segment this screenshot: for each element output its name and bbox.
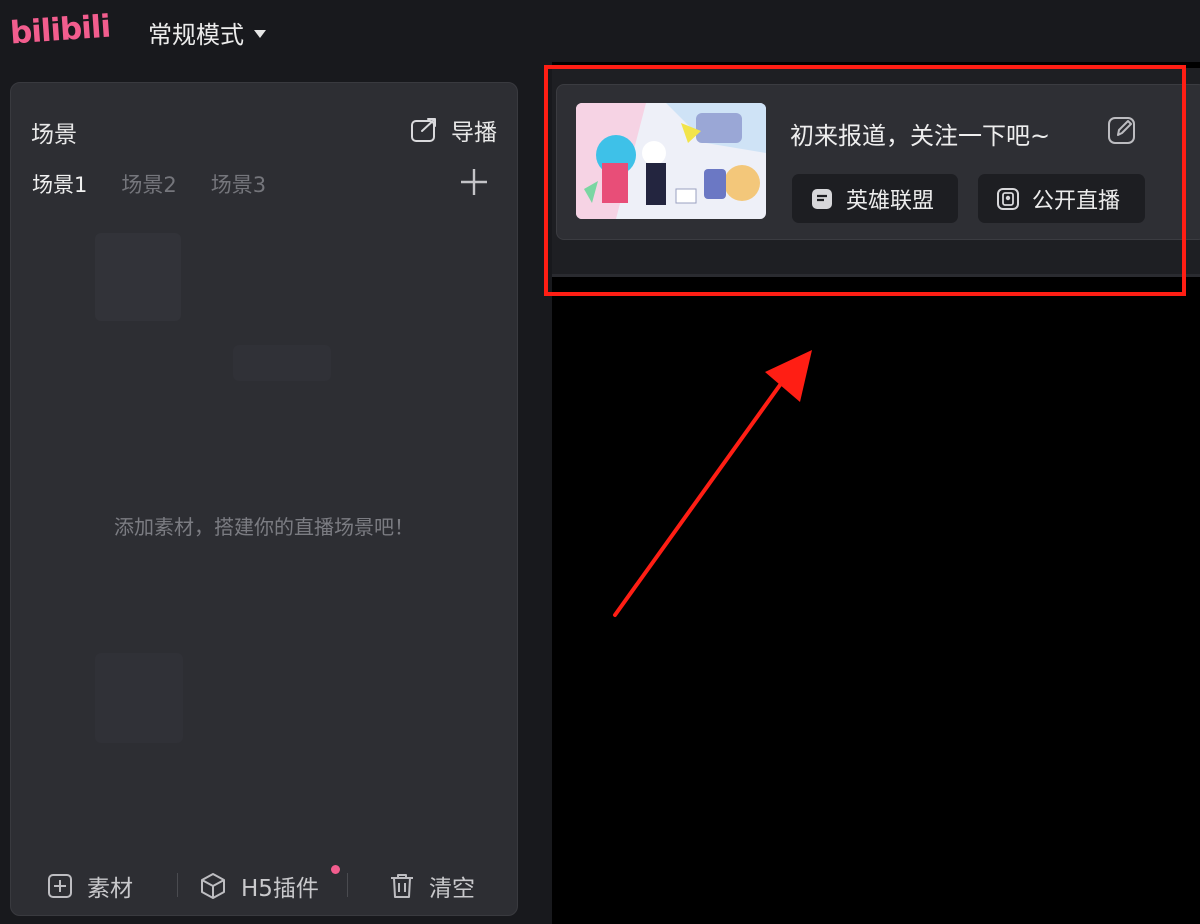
annotation-arrow	[613, 350, 812, 617]
